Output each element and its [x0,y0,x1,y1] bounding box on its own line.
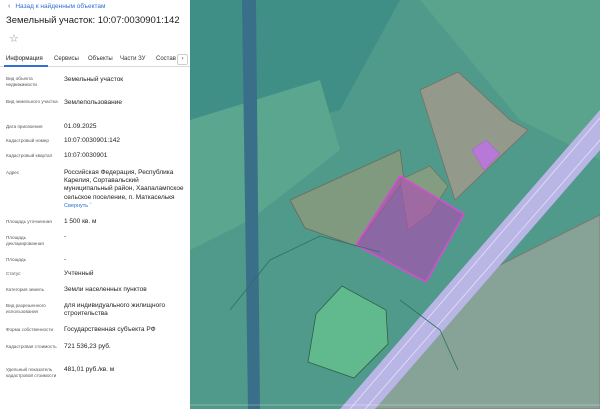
field-label: Кадастровый квартал [6,153,53,158]
chevron-right-icon[interactable]: › [177,54,188,65]
tab-services[interactable]: Сервисы [54,56,79,62]
field-value: Земельный участок [64,76,124,83]
tab-bar: Информация Сервисы Объекты Части ЗУ Сост… [0,53,190,67]
field-label: Площадь уточненная [6,219,52,224]
field-label: Статус [6,271,21,276]
field-label: Категория земель [6,287,44,292]
field-value: Российская Федерация, Республика Карелия… [64,169,188,210]
field-label: Вид объекта недвижимости [6,76,37,88]
field-label: Площадь декларированная [6,235,44,247]
back-to-results-link[interactable]: ‹ Назад к найденным объектам [8,1,106,11]
field-label: Кадастровая стоимость [6,344,57,349]
active-tab-indicator [4,65,48,67]
tab-plot-parts[interactable]: Части ЗУ [120,56,145,62]
field-value: 1 500 кв. м [64,218,97,225]
field-value: Государственная субъекта РФ [64,326,156,333]
cadastral-map[interactable] [190,0,600,409]
field-label: Дата присвоения [6,124,43,129]
address-text: Российская Федерация, Республика Карелия… [64,169,184,201]
tab-composition[interactable]: Состав [156,56,176,62]
field-value: - [64,233,67,240]
field-value: - [64,256,67,263]
field-label: Кадастровый номер [6,138,49,143]
field-value: 10:07:0030901 [64,152,108,159]
field-value: для индивидуального жилищного строительс… [64,302,166,318]
info-panel: ‹ Назад к найденным объектам Земельный у… [0,0,190,409]
field-label: Адрес [6,170,20,175]
back-link-label: Назад к найденным объектам [15,2,106,10]
field-value: Землепользование [64,99,122,106]
field-value: 721 536,23 руб. [64,343,111,350]
field-value: 01.09.2025 [64,123,97,130]
field-label: Удельный показатель кадастровой стоимост… [6,367,57,379]
field-label: Форма собственности [6,327,54,332]
star-outline-icon[interactable]: ☆ [9,32,19,45]
field-value: 481,01 руб./кв. м [64,366,115,373]
tab-information[interactable]: Информация [6,56,43,62]
chevron-left-icon: ‹ [8,2,11,10]
field-value: Земли населенных пунктов [64,286,147,293]
field-label: Площадь [6,257,26,262]
tab-objects[interactable]: Объекты [88,56,113,62]
field-label: Вид земельного участка [6,99,58,104]
field-value: 10:07:0030901:142 [64,137,121,144]
page-title: Земельный участок: 10:07:0030901:142 [6,15,180,26]
map-canvas[interactable] [190,0,600,409]
field-label: Вид разрешенного использования [6,303,46,315]
field-value: Учтенный [64,270,94,277]
collapse-address-link[interactable]: Свернуть ˆ [64,202,188,210]
